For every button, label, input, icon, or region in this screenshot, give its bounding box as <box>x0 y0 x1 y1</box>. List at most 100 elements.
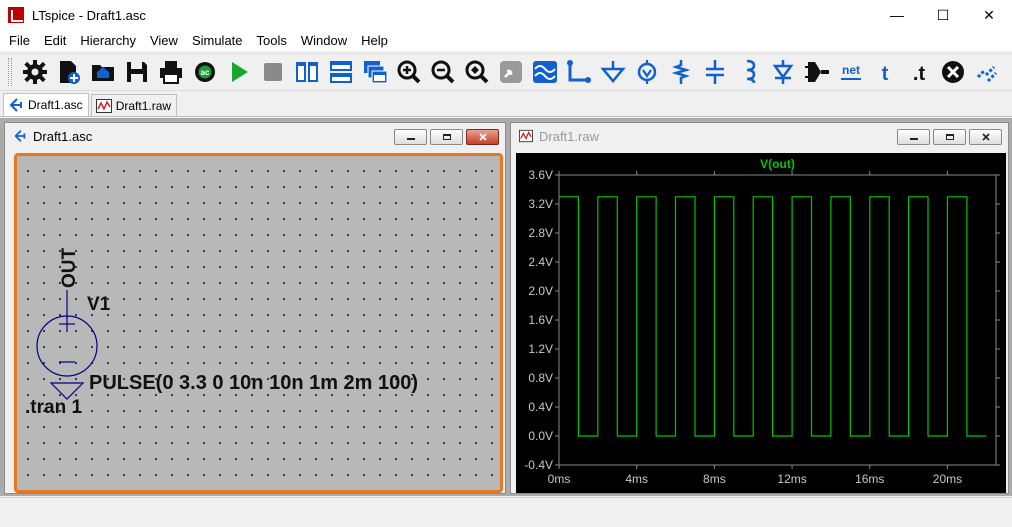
y-tick-label: -0.4V <box>524 458 553 472</box>
resistor-icon <box>671 60 691 84</box>
resistor-button[interactable] <box>664 56 698 88</box>
close-icon <box>981 133 990 141</box>
status-bar <box>0 497 1012 527</box>
menu-edit[interactable]: Edit <box>37 30 73 51</box>
tile-horizontal-icon <box>330 61 352 83</box>
y-tick-label: 0.4V <box>528 400 553 414</box>
menu-window[interactable]: Window <box>294 30 354 51</box>
waveform-minimize-button[interactable] <box>897 129 930 145</box>
more-tools-button[interactable] <box>970 56 1004 88</box>
voltage-source-button[interactable] <box>630 56 664 88</box>
waveform-icon <box>533 61 557 83</box>
menu-help[interactable]: Help <box>354 30 395 51</box>
tab-draft1-asc[interactable]: Draft1.asc <box>3 93 89 116</box>
waveform-maximize-button[interactable] <box>933 129 966 145</box>
toolbar: ac net t .t <box>0 53 1012 91</box>
toolbar-grip[interactable] <box>8 58 12 86</box>
menu-tools[interactable]: Tools <box>250 30 294 51</box>
zoom-fit-icon <box>465 60 489 84</box>
tile-horizontal-button[interactable] <box>324 56 358 88</box>
waveform-button[interactable] <box>528 56 562 88</box>
capacitor-icon <box>706 60 724 84</box>
trace-legend-label: V(out) <box>760 157 795 171</box>
open-button[interactable] <box>86 56 120 88</box>
text-button[interactable]: t <box>868 56 902 88</box>
menu-simulate[interactable]: Simulate <box>185 30 250 51</box>
zoom-in-button[interactable] <box>392 56 426 88</box>
autoscale-button[interactable] <box>494 56 528 88</box>
waveform-plot[interactable]: 3.6V 3.2V 2.8V 2.4V 2.0V 1.6V 1.2V 0.8V 0.4V 0.0V… <box>516 153 1006 493</box>
maximize-button[interactable]: ☐ <box>920 0 966 30</box>
trace-v-out <box>559 196 987 437</box>
zoom-in-icon <box>397 60 421 84</box>
component-name-label[interactable]: V1 <box>87 294 110 316</box>
delete-button[interactable] <box>936 56 970 88</box>
x-tick-label: 12ms <box>777 472 806 486</box>
waveform-close-button[interactable] <box>969 129 1002 145</box>
settings-button[interactable] <box>18 56 52 88</box>
ltspice-logo-icon <box>8 7 24 23</box>
plot-frame <box>558 174 997 466</box>
tab-label: Draft1.asc <box>28 98 83 112</box>
x-tick-label: 16ms <box>855 472 884 486</box>
spice-directive-button[interactable]: .t <box>902 56 936 88</box>
schematic-maximize-button[interactable] <box>430 129 463 145</box>
zoom-out-icon <box>431 60 455 84</box>
minimize-icon <box>406 138 415 140</box>
y-tick-label: 1.6V <box>528 313 553 327</box>
svg-text:net: net <box>842 63 860 77</box>
new-schematic-button[interactable] <box>52 56 86 88</box>
component-button[interactable] <box>800 56 834 88</box>
net-label-out[interactable]: OUT <box>59 248 80 289</box>
control-panel-button[interactable]: ac <box>188 56 222 88</box>
tile-vertical-button[interactable] <box>290 56 324 88</box>
menu-hierarchy[interactable]: Hierarchy <box>73 30 143 51</box>
menu-view[interactable]: View <box>143 30 185 51</box>
close-icon <box>478 133 487 141</box>
text-icon: t <box>882 63 889 85</box>
zoom-out-button[interactable] <box>426 56 460 88</box>
ground-button[interactable] <box>596 56 630 88</box>
window-controls: — ☐ ✕ <box>874 0 1012 30</box>
y-tick-label: 2.4V <box>528 255 553 269</box>
waveform-window-controls <box>897 129 1002 145</box>
schematic-canvas[interactable]: OUT V1 PULSE(0 3.3 0 10n 10n 1m 2m 100) … <box>14 153 503 493</box>
waveform-doc-icon <box>519 129 533 143</box>
schematic-close-button[interactable] <box>466 129 499 145</box>
spice-directive-text[interactable]: .tran 1 <box>25 397 82 419</box>
more-icon <box>976 65 998 83</box>
tile-vertical-icon <box>296 62 318 82</box>
settings-icon <box>23 60 47 84</box>
save-button[interactable] <box>120 56 154 88</box>
zoom-fit-button[interactable] <box>460 56 494 88</box>
tab-draft1-raw[interactable]: Draft1.raw <box>90 94 178 116</box>
wire-button[interactable] <box>562 56 596 88</box>
menu-file[interactable]: File <box>2 30 37 51</box>
capacitor-button[interactable] <box>698 56 732 88</box>
waveform-chart: 3.6V 3.2V 2.8V 2.4V 2.0V 1.6V 1.2V 0.8V 0.4V 0.0V… <box>524 157 1000 486</box>
label-net-button[interactable]: net <box>834 56 868 88</box>
schematic-minimize-button[interactable] <box>394 129 427 145</box>
x-tick-label: 4ms <box>625 472 648 486</box>
minimize-button[interactable]: — <box>874 0 920 30</box>
schematic-window[interactable]: Draft1.asc OUT V1 PULSE(0 3.3 0 10n 10n … <box>4 122 506 494</box>
waveform-doc-icon <box>95 98 112 114</box>
cascade-button[interactable] <box>358 56 392 88</box>
run-button[interactable] <box>222 56 256 88</box>
component-value-label[interactable]: PULSE(0 3.3 0 10n 10n 1m 2m 100) <box>89 372 418 395</box>
spice-directive-icon: .t <box>913 63 926 85</box>
schematic-icon <box>14 130 26 142</box>
print-button[interactable] <box>154 56 188 88</box>
save-icon <box>127 62 147 82</box>
restore-icon <box>945 134 954 140</box>
diode-button[interactable] <box>766 56 800 88</box>
y-tick-label: 3.6V <box>528 168 553 182</box>
inductor-button[interactable] <box>732 56 766 88</box>
waveform-window[interactable]: Draft1.raw 3.6V 3.2V 2.8V 2.4V 2.0V 1.6V 1.2V 0… <box>510 122 1009 494</box>
component-icon <box>805 62 829 82</box>
document-tab-bar: Draft1.asc Draft1.raw <box>0 93 1012 117</box>
halt-button[interactable] <box>256 56 290 88</box>
schematic-icon <box>8 97 24 113</box>
diode-icon <box>772 60 794 84</box>
close-button[interactable]: ✕ <box>966 0 1012 30</box>
